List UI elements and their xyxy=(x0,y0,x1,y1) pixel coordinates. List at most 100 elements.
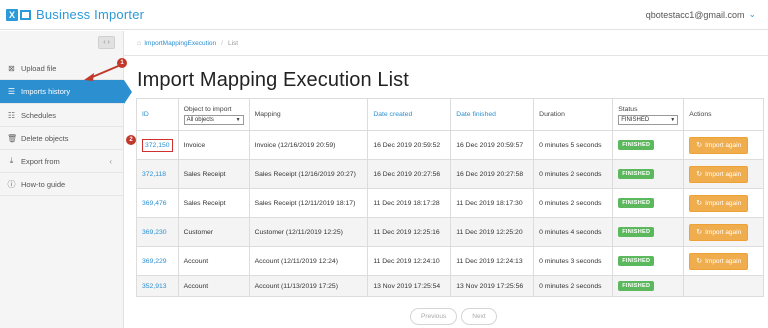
annotation-badge-1: 1 xyxy=(117,58,127,68)
cell-actions: ↻ Import again xyxy=(683,159,764,189)
execution-id-link[interactable]: 352,913 xyxy=(142,283,167,290)
cell-object: Customer xyxy=(177,217,250,247)
cell-date-finished: 11 Dec 2019 18:17:30 xyxy=(450,188,535,218)
cell-actions: ↻ Import again xyxy=(683,217,764,247)
table-row: 372,118 Sales Receipt Sales Receipt (12/… xyxy=(136,159,764,189)
status-badge: FINISHED xyxy=(618,140,655,150)
column-header-object: Object to import All objects ▼ xyxy=(177,98,250,131)
cell-actions: ↻ Import again xyxy=(683,130,764,160)
cell-status: FINISHED xyxy=(612,130,685,160)
cell-id: 369,229 xyxy=(136,246,179,276)
execution-id-link[interactable]: 372,150 xyxy=(142,138,173,152)
table-row: 372,150 Invoice Invoice (12/16/2019 20:5… xyxy=(136,130,764,160)
cell-duration: 0 minutes 2 seconds xyxy=(533,188,614,218)
home-icon[interactable]: ⌂ xyxy=(137,40,141,47)
import-again-label: Import again xyxy=(705,170,742,178)
sidebar-collapse-button[interactable]: ‹ › xyxy=(98,36,115,49)
trash-icon: 🗑 xyxy=(7,133,18,143)
cell-duration: 0 minutes 2 seconds xyxy=(533,159,614,189)
cell-status: FINISHED xyxy=(612,217,685,247)
cell-id: 369,476 xyxy=(136,188,179,218)
cell-date-finished: 13 Nov 2019 17:25:56 xyxy=(450,275,535,297)
next-page-button[interactable]: Next xyxy=(461,308,497,325)
breadcrumb: ⌂ ImportMappingExecution / List xyxy=(137,40,238,47)
sidebar-item-label: Delete objects xyxy=(21,133,69,143)
refresh-icon: ↻ xyxy=(696,229,703,236)
execution-id-link[interactable]: 369,230 xyxy=(142,229,167,236)
cell-status: FINISHED xyxy=(612,246,685,276)
cell-date-created: 11 Dec 2019 12:24:10 xyxy=(367,246,452,276)
cell-date-created: 16 Dec 2019 20:27:56 xyxy=(367,159,452,189)
sidebar-item-label: Export from xyxy=(21,156,60,166)
import-again-button[interactable]: ↻ Import again xyxy=(689,223,749,241)
top-bar: X Business Importer qbotestacc1@gmail.co… xyxy=(0,0,768,30)
table-row: 369,476 Sales Receipt Sales Receipt (12/… xyxy=(136,188,764,218)
import-again-button[interactable]: ↻ Import again xyxy=(689,165,749,183)
column-header-date-finished[interactable]: Date finished xyxy=(450,98,535,131)
cell-date-finished: 11 Dec 2019 12:24:13 xyxy=(450,246,535,276)
chevron-down-icon: ⌄ xyxy=(748,9,756,19)
pagination: Previous Next xyxy=(410,308,501,325)
previous-page-button[interactable]: Previous xyxy=(410,308,458,325)
sidebar-item-export-from[interactable]: ⤓ Export from ‹ xyxy=(0,150,124,173)
cell-object: Invoice xyxy=(177,130,250,160)
column-header-mapping: Mapping xyxy=(248,98,369,131)
execution-id-link[interactable]: 372,118 xyxy=(142,171,166,178)
status-badge: FINISHED xyxy=(618,281,655,291)
status-filter-select[interactable]: FINISHED ▼ xyxy=(618,114,679,125)
cell-duration: 0 minutes 3 seconds xyxy=(533,246,614,276)
cell-id: 352,913 xyxy=(136,275,179,297)
status-badge: FINISHED xyxy=(618,169,655,179)
execution-id-link[interactable]: 369,476 xyxy=(142,200,167,207)
sidebar-item-label: Imports history xyxy=(21,87,71,96)
page-title: Import Mapping Execution List xyxy=(137,69,409,91)
table-header-row: ID Object to import All objects ▼ Mappin… xyxy=(136,98,764,131)
import-again-button[interactable]: ↻ Import again xyxy=(689,252,749,270)
cell-mapping: Account (12/11/2019 12:24) xyxy=(248,246,369,276)
column-header-id[interactable]: ID xyxy=(136,98,179,131)
import-again-button[interactable]: ↻ Import again xyxy=(689,136,749,154)
breadcrumb-link[interactable]: ImportMappingExecution xyxy=(144,40,216,47)
cell-date-created: 11 Dec 2019 18:17:28 xyxy=(367,188,452,218)
column-header-duration: Duration xyxy=(533,98,614,131)
chevron-left-icon: ‹ xyxy=(109,156,112,166)
cell-actions xyxy=(683,275,764,297)
cell-date-finished: 16 Dec 2019 20:27:58 xyxy=(450,159,535,189)
dropdown-arrow-icon: ▼ xyxy=(670,116,676,123)
cell-date-created: 13 Nov 2019 17:25:54 xyxy=(367,275,452,297)
user-menu[interactable]: qbotestacc1@gmail.com ⌄ xyxy=(646,9,756,20)
cell-status: FINISHED xyxy=(612,275,685,297)
app-logo[interactable]: X Business Importer xyxy=(6,7,144,22)
object-filter-select[interactable]: All objects ▼ xyxy=(183,114,244,125)
cell-object: Account xyxy=(177,275,250,297)
dropdown-arrow-icon: ▼ xyxy=(235,116,241,123)
list-icon: ☰ xyxy=(7,87,16,96)
cell-date-created: 16 Dec 2019 20:59:52 xyxy=(367,130,452,160)
sidebar-item-schedules[interactable]: ☷ Schedules xyxy=(0,104,124,127)
status-badge: FINISHED xyxy=(618,227,655,237)
cell-actions: ↻ Import again xyxy=(683,188,764,218)
column-header-status: Status FINISHED ▼ xyxy=(612,98,685,131)
app-title: Business Importer xyxy=(36,7,145,22)
logo-icon: X xyxy=(6,8,32,22)
cell-id: 369,230 xyxy=(136,217,179,247)
cell-mapping: Account (11/13/2019 17:25) xyxy=(248,275,369,297)
cell-mapping: Invoice (12/16/2019 20:59) xyxy=(248,130,369,160)
import-again-label: Import again xyxy=(705,228,742,236)
cell-id: 372,118 xyxy=(136,159,179,189)
refresh-icon: ↻ xyxy=(696,200,703,207)
refresh-icon: ↻ xyxy=(696,258,703,265)
sidebar-item-how-to-guide[interactable]: ⓘ How-to guide xyxy=(0,173,124,196)
import-again-button[interactable]: ↻ Import again xyxy=(689,194,749,212)
schedule-icon: ☷ xyxy=(7,110,16,120)
refresh-icon: ↻ xyxy=(696,142,703,149)
table-row: 369,230 Customer Customer (12/11/2019 12… xyxy=(136,217,764,247)
status-filter-value: FINISHED xyxy=(621,116,650,123)
executions-table: ID Object to import All objects ▼ Mappin… xyxy=(136,98,764,297)
column-header-date-created[interactable]: Date created xyxy=(367,98,452,131)
execution-id-link[interactable]: 369,229 xyxy=(142,258,167,265)
cell-status: FINISHED xyxy=(612,188,685,218)
cell-date-created: 11 Dec 2019 12:25:16 xyxy=(367,217,452,247)
cell-mapping: Sales Receipt (12/16/2019 20:27) xyxy=(248,159,369,189)
sidebar-item-delete-objects[interactable]: 🗑 Delete objects xyxy=(0,127,124,150)
